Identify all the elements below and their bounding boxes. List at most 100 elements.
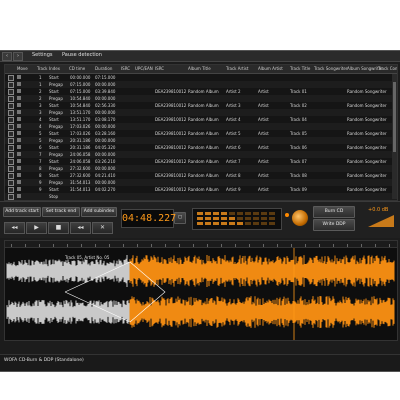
column-header[interactable]: Album Artist — [258, 66, 283, 71]
level-segment — [237, 217, 243, 220]
move-handle-icon[interactable] — [17, 166, 21, 170]
column-header[interactable]: CD time — [69, 66, 85, 71]
volume-knob[interactable] — [291, 209, 309, 227]
table-row[interactable]: 1 Pregap 07:15.000 00:00.000 — [5, 81, 397, 88]
burn-cd-button[interactable]: Burn CD — [313, 206, 355, 218]
play-button[interactable]: ▶ — [26, 222, 47, 234]
cell-album-artist: Artist — [258, 187, 269, 192]
cell-track: 5 — [39, 131, 42, 136]
move-handle-icon[interactable] — [17, 159, 21, 163]
cell-album-artist: Artist — [258, 145, 269, 150]
level-segment — [261, 222, 267, 225]
timeline-ruler[interactable] — [5, 241, 397, 248]
ruler-tick — [207, 244, 208, 247]
set-track-end-button[interactable]: Set track end — [42, 207, 80, 217]
cell-track: 1 — [39, 75, 42, 80]
menu-settings[interactable]: Settings — [32, 52, 53, 58]
table-row[interactable]: 5 Pregap 20:31.186 00:00.000 — [5, 137, 397, 144]
table-row[interactable]: 2 Pregap 10:54.840 00:00.000 — [5, 95, 397, 102]
column-header[interactable]: Index — [49, 66, 60, 71]
level-segment — [269, 222, 275, 225]
column-header[interactable]: Track Artist — [226, 66, 248, 71]
ruler-tick — [389, 244, 390, 247]
cell-index: Pregap — [49, 138, 63, 143]
cell-cd-time: 10:54.840 — [70, 103, 91, 108]
move-handle-icon[interactable] — [17, 75, 21, 79]
status-text: WOFA CD-Burn & DDP (Standalone) — [4, 358, 84, 363]
cell-album-artist: Artist — [258, 117, 269, 122]
cell-title: Track 02 — [290, 103, 307, 108]
remove-button[interactable]: ✕ — [92, 222, 113, 234]
cell-title: Track 09 — [290, 187, 307, 192]
table-row[interactable]: 6 Start 20:31.186 04:05.320 DEA239810012 Rand… — [5, 144, 397, 151]
table-row[interactable]: 4 Start 13:51.170 03:08.170 DEA239810012 Rand… — [5, 116, 397, 123]
table-row[interactable]: 7 Pregap 24:06.058 00:00.000 — [5, 151, 397, 158]
move-handle-icon[interactable] — [17, 173, 21, 177]
column-header[interactable]: UPC/EAN — [135, 66, 153, 71]
move-handle-icon[interactable] — [17, 145, 21, 149]
write-ddp-button[interactable]: Write DDP — [313, 219, 355, 231]
table-row[interactable]: 4 Pregap 17:03.026 00:00.000 — [5, 123, 397, 130]
table-row[interactable]: 9 Pregap 31:54.013 00:00.000 — [5, 179, 397, 186]
move-handle-icon[interactable] — [17, 96, 21, 100]
move-handle-icon[interactable] — [17, 152, 21, 156]
forward-icon[interactable]: › — [13, 52, 23, 61]
level-segment — [237, 212, 243, 215]
menu-pause-detection[interactable]: Pause detection — [62, 52, 102, 58]
cell-songwriter: Random Songwriter — [347, 145, 387, 150]
add-track-start-button[interactable]: Add track start — [3, 207, 41, 217]
track-list-scrollbar[interactable] — [392, 74, 397, 199]
row-checkbox[interactable] — [8, 194, 14, 200]
move-handle-icon[interactable] — [17, 138, 21, 142]
move-handle-icon[interactable] — [17, 103, 21, 107]
move-handle-icon[interactable] — [17, 180, 21, 184]
column-header[interactable]: Track Songwriter — [314, 66, 348, 71]
move-handle-icon[interactable] — [17, 124, 21, 128]
output-volume[interactable]: +0.0 dB — [366, 207, 396, 229]
column-header[interactable]: Duration — [95, 66, 112, 71]
table-row[interactable]: 9 Start 31:54.013 04:02.270 DEA239810012 Rand… — [5, 186, 397, 193]
volume-ramp-icon[interactable] — [368, 215, 394, 227]
waveform-display[interactable] — [5, 248, 397, 340]
level-segment — [213, 217, 219, 220]
column-header[interactable]: Move — [17, 66, 28, 71]
rewind-button[interactable]: ◂◂ — [4, 222, 25, 234]
waveform-panel[interactable]: Track 05, Artist No. 05 — [4, 240, 398, 341]
column-header[interactable]: Track — [37, 66, 47, 71]
cell-title: Track 07 — [290, 159, 307, 164]
add-subindex-button[interactable]: Add subindex — [81, 207, 117, 217]
column-header[interactable]: Track Composer — [378, 66, 397, 71]
table-row[interactable]: 3 Pregap 13:51.170 00:00.000 — [5, 109, 397, 116]
column-header[interactable]: ISRC — [155, 66, 164, 71]
move-handle-icon[interactable] — [17, 117, 21, 121]
ruler-tick — [123, 244, 124, 247]
cell-artist: Artist 5 — [226, 131, 241, 136]
cell-duration: 00:00.000 — [95, 96, 116, 101]
table-row[interactable]: 7 Start 24:06.058 03:26.210 DEA239810012 Rand… — [5, 158, 397, 165]
ruler-tick — [375, 244, 376, 247]
ruler-tick — [151, 244, 152, 247]
move-handle-icon[interactable] — [17, 110, 21, 114]
move-handle-icon[interactable] — [17, 131, 21, 135]
cell-index: Pregap — [49, 152, 63, 157]
column-header[interactable]: Album Title — [188, 66, 211, 71]
back-icon[interactable]: ‹ — [2, 52, 12, 61]
rewind-icon-button[interactable]: ◂◂ — [70, 222, 91, 234]
move-handle-icon[interactable] — [17, 82, 21, 86]
table-row[interactable]: 5 Start 17:03.026 03:28.160 DEA239810012 Rand… — [5, 130, 397, 137]
table-row[interactable]: 8 Pregap 27:32.600 00:00.000 — [5, 165, 397, 172]
move-handle-icon[interactable] — [17, 187, 21, 191]
column-header[interactable]: Track Title — [290, 66, 310, 71]
table-row[interactable]: 2 Start 07:15.000 03:39.840 DEA239810012 Rand… — [5, 88, 397, 95]
table-row[interactable]: 8 Start 27:32.600 04:21.410 DEA239810012 Rand… — [5, 172, 397, 179]
stop-button[interactable]: ■ — [48, 222, 69, 234]
table-row[interactable]: 1 Start 00:00.000 07:15.000 — [5, 74, 397, 81]
move-handle-icon[interactable] — [17, 89, 21, 93]
table-row[interactable]: Stop — [5, 193, 397, 200]
scrollbar-thumb[interactable] — [393, 82, 396, 152]
cell-isrc: DEA239810012 — [155, 103, 187, 108]
level-meter-row — [197, 217, 277, 220]
table-row[interactable]: 3 Start 10:54.840 02:56.330 DEA239810012 Rand… — [5, 102, 397, 109]
column-header[interactable]: ISRC — [121, 66, 130, 71]
move-handle-icon[interactable] — [17, 194, 21, 198]
